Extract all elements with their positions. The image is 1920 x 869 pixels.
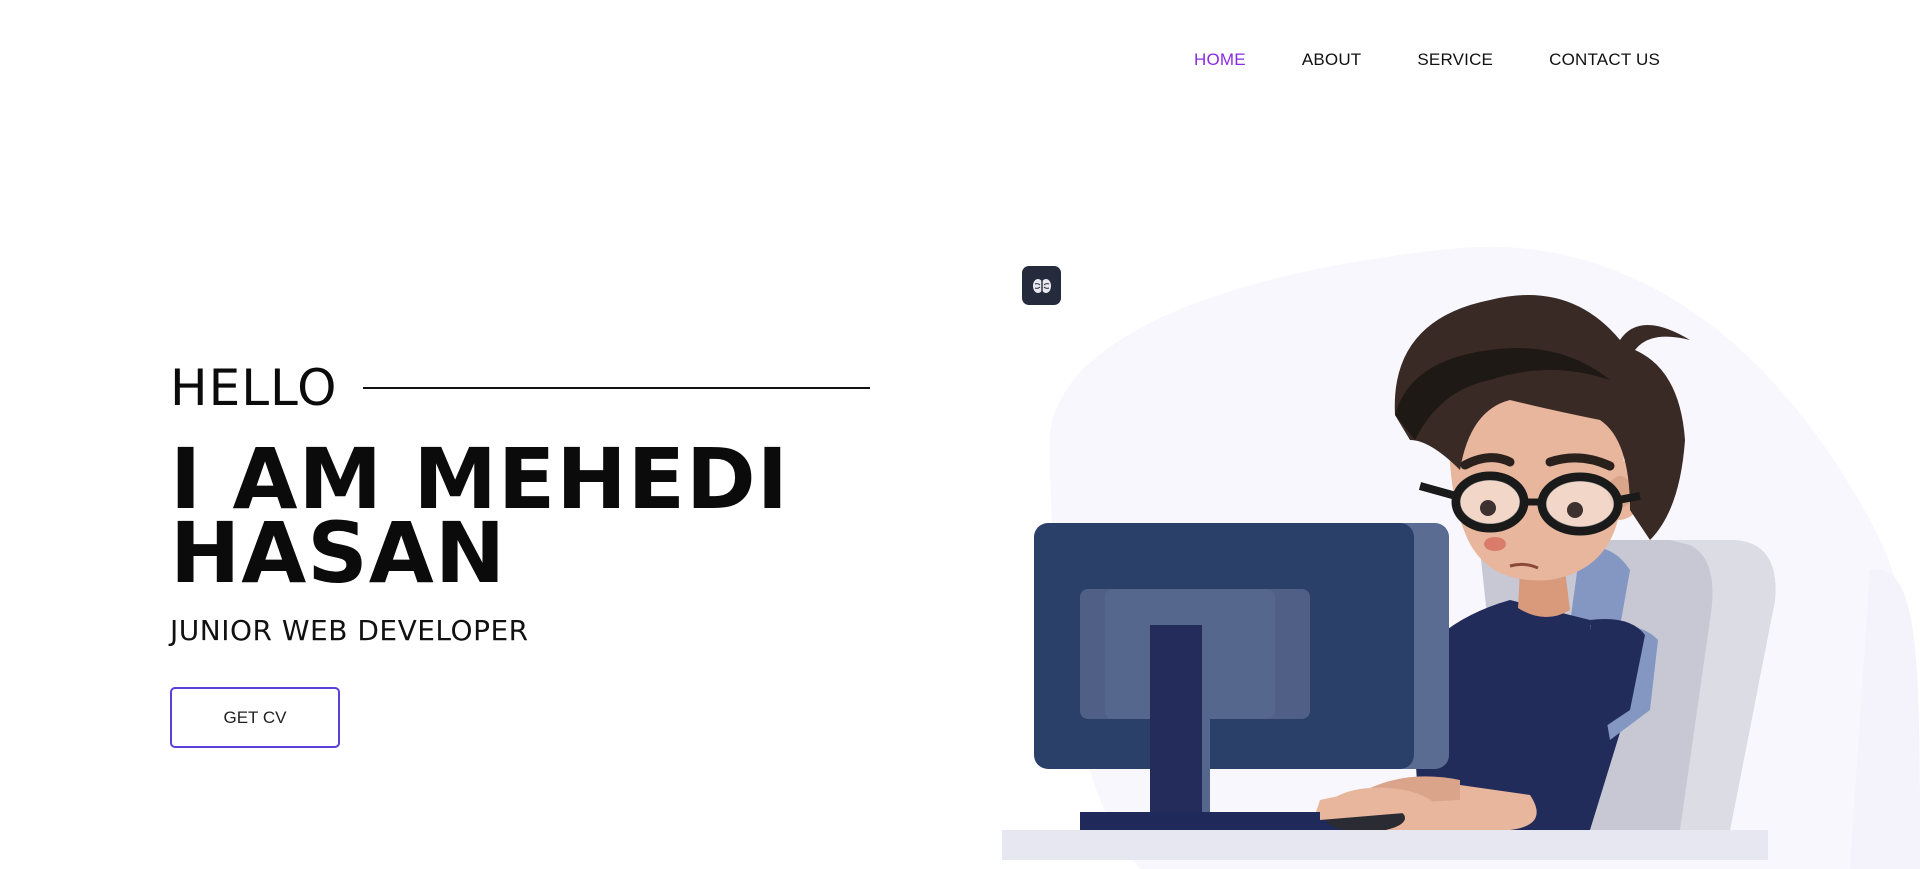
- hero-name-line2: HASAN: [170, 504, 507, 602]
- nav-about[interactable]: ABOUT: [1302, 50, 1362, 70]
- nav-contact-us[interactable]: CONTACT US: [1549, 50, 1660, 70]
- nav-home[interactable]: HOME: [1194, 50, 1246, 70]
- brain-icon: [1032, 278, 1051, 293]
- greeting-row: HELLO: [170, 358, 870, 418]
- brain-icon-button[interactable]: [1022, 266, 1061, 305]
- greeting-text: HELLO: [170, 359, 338, 417]
- hero-intro: HELLO I AM MEHEDI HASAN JUNIOR WEB DEVEL…: [170, 358, 870, 748]
- get-cv-button[interactable]: GET CV: [170, 687, 340, 748]
- main-nav: HOME ABOUT SERVICE CONTACT US: [1194, 50, 1660, 70]
- developer-illustration: [1002, 246, 1920, 869]
- hero-role: JUNIOR WEB DEVELOPER: [170, 614, 529, 647]
- hero-name: I AM MEHEDI HASAN: [170, 437, 870, 595]
- greeting-divider: [363, 387, 870, 389]
- nav-service[interactable]: SERVICE: [1417, 50, 1493, 70]
